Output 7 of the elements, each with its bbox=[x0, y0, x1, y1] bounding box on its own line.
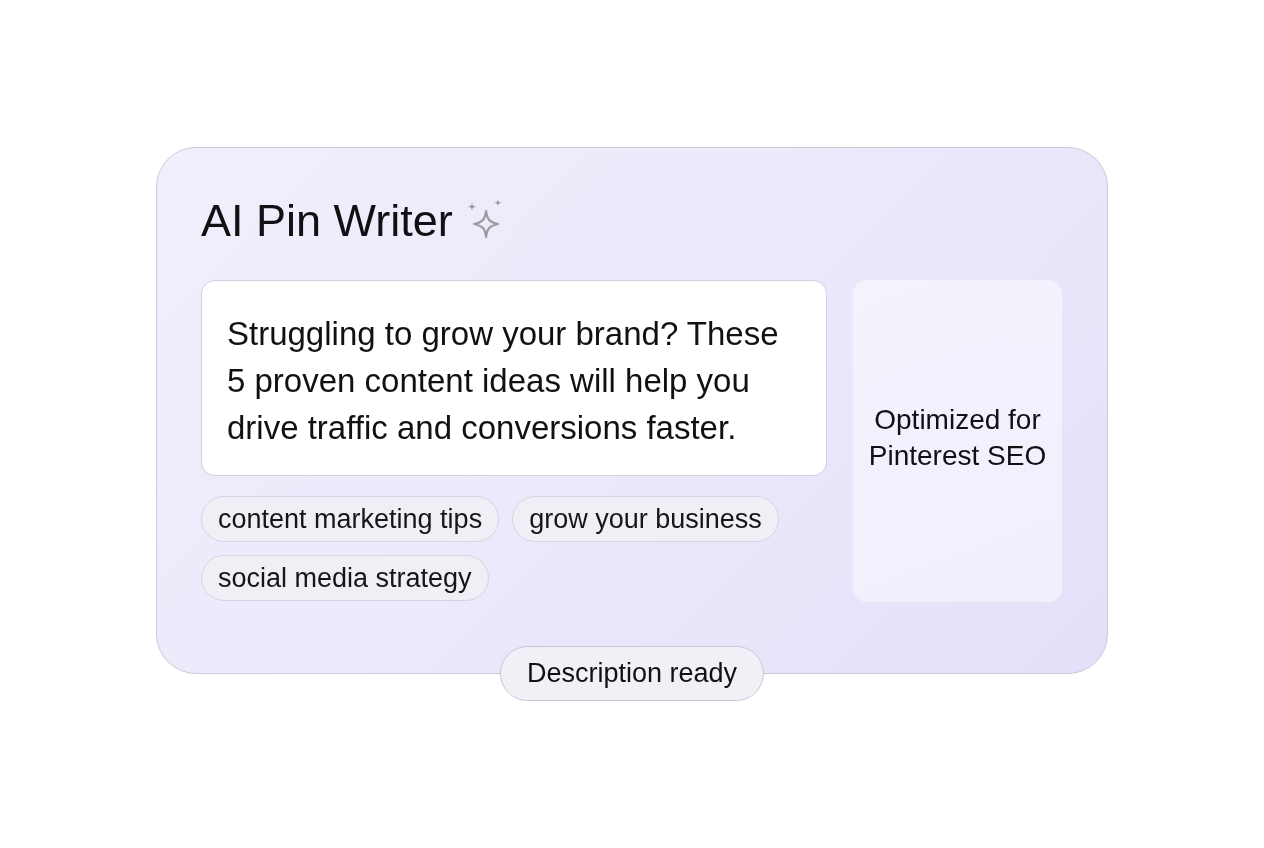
description-text: Struggling to grow your brand? These 5 proven content ideas will help you drive traffic and conversions faster. bbox=[227, 314, 780, 448]
keyword-tag: content marketing tips bbox=[201, 496, 500, 542]
keyword-tag: grow your business bbox=[512, 496, 779, 542]
card-title: AI Pin Writer bbox=[201, 194, 453, 248]
seo-label: Optimized for Pinterest SEO bbox=[867, 403, 1048, 473]
status-badge: Description ready bbox=[499, 646, 765, 701]
keyword-tag: social media strategy bbox=[201, 555, 489, 601]
